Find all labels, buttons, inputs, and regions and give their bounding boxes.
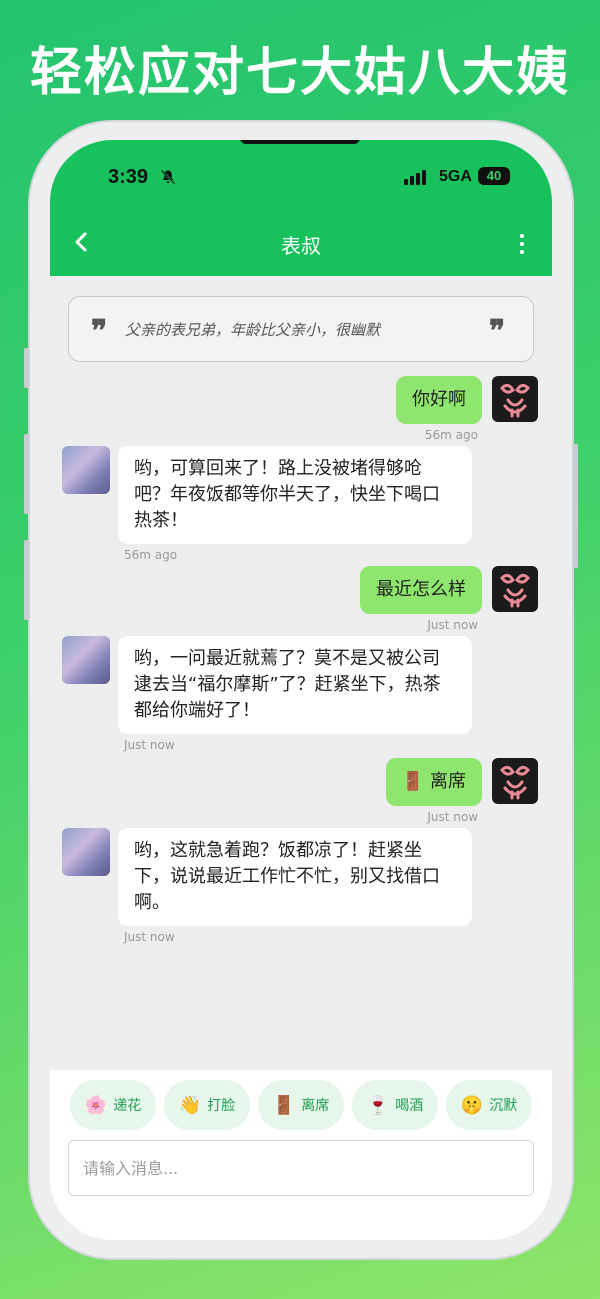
quote-open-icon: ❞ bbox=[91, 314, 108, 349]
wine-glass-icon: 🍷 bbox=[366, 1094, 390, 1116]
user-avatar-icon bbox=[500, 573, 530, 608]
message-timestamp: Just now bbox=[427, 618, 478, 632]
network-type: 5GA bbox=[439, 168, 472, 185]
action-chip-label: 喝酒 bbox=[395, 1098, 424, 1114]
action-chip-drink[interactable]: 🍷 喝酒 bbox=[352, 1080, 438, 1130]
message-bubble-contact: 哟，这就急着跑？饭都凉了！赶紧坐下，说说最近工作忙不忙，别又找借口啊。 bbox=[118, 828, 472, 926]
more-vertical-icon bbox=[518, 234, 526, 254]
action-chip-label: 打脸 bbox=[207, 1098, 236, 1114]
contact-avatar[interactable] bbox=[62, 446, 110, 494]
message-bubble-me: 你好啊 bbox=[396, 376, 482, 424]
more-options-button[interactable] bbox=[518, 234, 526, 258]
message-timestamp: Just now bbox=[427, 810, 478, 824]
phone-side-button bbox=[24, 348, 29, 388]
action-chip-leave[interactable]: 🚪 离席 bbox=[258, 1080, 344, 1130]
persona-intro-text: 父亲的表兄弟，年龄比父亲小，很幽默 bbox=[125, 321, 381, 339]
message-bubble-contact: 哟，一问最近就蔫了？莫不是又被公司逮去当“福尔摩斯”了？赶紧坐下，热茶都给你端好… bbox=[118, 636, 472, 734]
user-avatar[interactable] bbox=[492, 376, 538, 422]
chat-title: 表叔 bbox=[281, 234, 321, 258]
message-timestamp: 56m ago bbox=[124, 548, 178, 562]
phone-side-button bbox=[24, 540, 29, 620]
bell-muted-icon bbox=[160, 169, 176, 185]
user-avatar-icon bbox=[500, 765, 530, 800]
quote-close-icon: ❞ bbox=[489, 314, 506, 349]
message-timestamp: Just now bbox=[124, 738, 175, 752]
action-chip-flower[interactable]: 🌸 递花 bbox=[70, 1080, 156, 1130]
phone-side-button bbox=[24, 434, 29, 514]
contact-avatar[interactable] bbox=[62, 636, 110, 684]
door-icon: 🚪 bbox=[272, 1094, 296, 1116]
message-timestamp: 56m ago bbox=[424, 428, 478, 442]
message-bubble-me: 最近怎么样 bbox=[360, 566, 482, 614]
user-avatar[interactable] bbox=[492, 758, 538, 804]
wave-hand-icon: 👋 bbox=[178, 1094, 202, 1116]
action-chip-slap[interactable]: 👋 打脸 bbox=[164, 1080, 250, 1130]
flower-icon: 🌸 bbox=[84, 1094, 108, 1116]
message-bubble-contact: 哟，可算回来了！路上没被堵得够呛吧？年夜饭都等你半天了，快坐下喝口热茶！ bbox=[118, 446, 472, 544]
top-bar: 3:39 5GA 40 表叔 bbox=[50, 140, 552, 276]
phone-side-button bbox=[573, 444, 578, 568]
camera-notch bbox=[240, 140, 360, 144]
user-avatar[interactable] bbox=[492, 566, 538, 612]
battery-indicator: 40 bbox=[478, 167, 510, 185]
message-timestamp: Just now bbox=[124, 930, 175, 944]
status-time: 3:39 bbox=[108, 166, 149, 188]
chat-area[interactable]: ❞ 父亲的表兄弟，年龄比父亲小，很幽默 ❞ 你好啊 56m ago 哟，可算回来… bbox=[50, 276, 552, 1070]
quick-action-bar: 🌸 递花 👋 打脸 🚪 离席 🍷 喝酒 🤫 沉默 bbox=[50, 1070, 552, 1140]
contact-avatar[interactable] bbox=[62, 828, 110, 876]
persona-intro-card: ❞ 父亲的表兄弟，年龄比父亲小，很幽默 ❞ bbox=[68, 296, 534, 362]
action-chip-label: 递花 bbox=[113, 1098, 142, 1114]
message-bubble-me: 🚪 离席 bbox=[385, 758, 482, 806]
user-avatar-icon bbox=[500, 383, 530, 418]
promo-headline: 轻松应对七大姑八大姨 bbox=[29, 43, 570, 103]
action-chip-label: 沉默 bbox=[489, 1098, 518, 1114]
shush-face-icon: 🤫 bbox=[460, 1094, 484, 1116]
signal-icon bbox=[404, 170, 426, 185]
action-chip-label: 离席 bbox=[301, 1098, 330, 1114]
message-input[interactable] bbox=[68, 1140, 534, 1196]
app-screen: 3:39 5GA 40 表叔 ❞ 父亲的表兄弟，年龄比父亲小，很幽默 ❞ 你好啊 bbox=[50, 140, 552, 1240]
action-chip-silence[interactable]: 🤫 沉默 bbox=[446, 1080, 532, 1130]
